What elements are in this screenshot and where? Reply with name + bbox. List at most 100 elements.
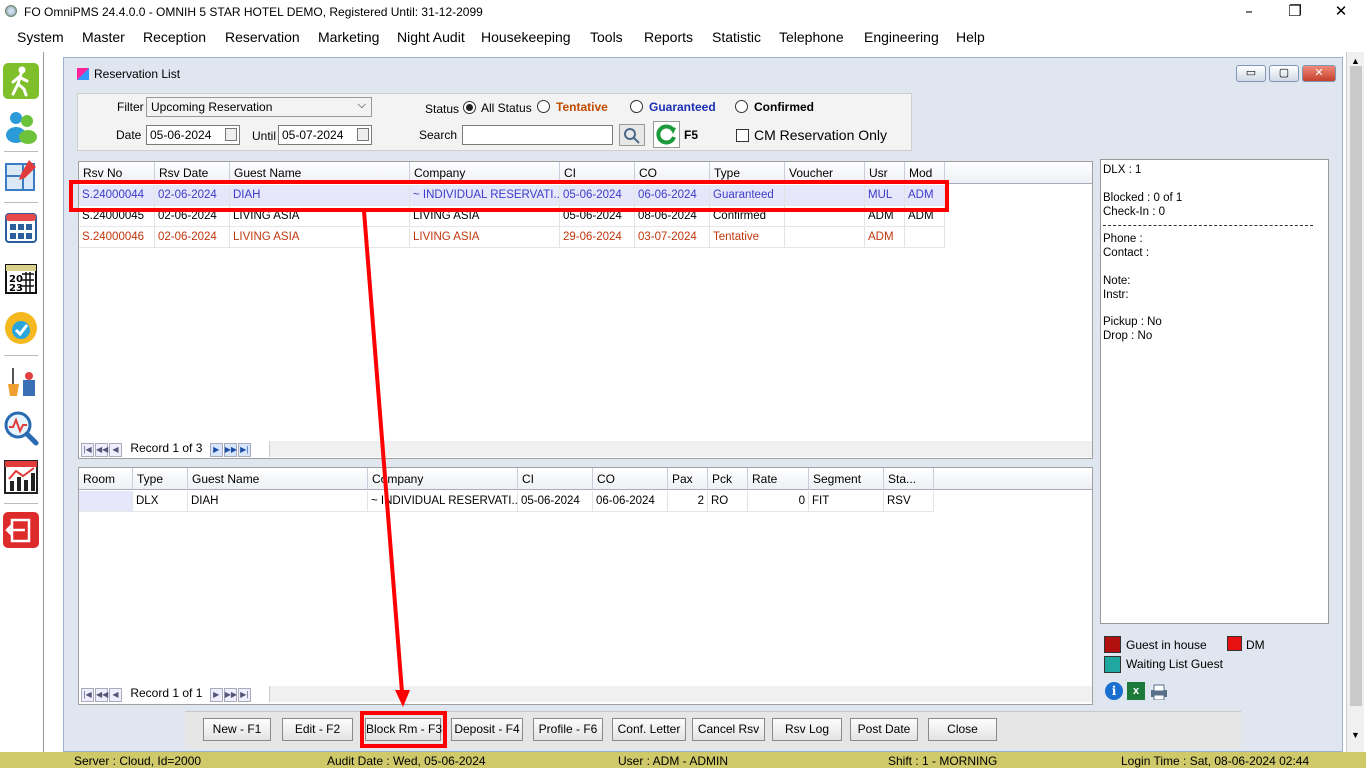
first-record-icon[interactable]: |◀ [81,443,94,457]
info-icon[interactable]: i [1105,682,1123,700]
walk-in-icon[interactable] [3,63,39,99]
search-button[interactable] [619,124,645,146]
close-window-button[interactable]: Close [928,718,997,741]
cm-only-label[interactable]: CM Reservation Only [754,127,887,143]
search-analysis-icon[interactable] [3,410,39,446]
status-all-label[interactable]: All Status [481,101,532,115]
status-confirmed-radio[interactable] [735,100,748,113]
next-page-icon[interactable]: ▶▶ [223,443,237,457]
refresh-button[interactable] [653,121,680,148]
room-plan-icon[interactable] [3,158,39,194]
room-grid[interactable]: Room Type Guest Name Company CI CO Pax P… [78,467,1093,705]
col-guest-name[interactable]: Guest Name [230,162,410,184]
col-status[interactable]: Sta... [884,468,934,490]
col-pax[interactable]: Pax [668,468,708,490]
next-record-icon[interactable]: ▶ [209,688,223,702]
col-company[interactable]: Company [410,162,560,184]
col-room[interactable]: Room [79,468,133,490]
next-page-icon[interactable]: ▶▶ [223,688,237,702]
menu-telephone[interactable]: Telephone [779,29,844,45]
cm-only-checkbox[interactable] [736,129,749,142]
menu-housekeeping[interactable]: Housekeeping [481,29,571,45]
menu-help[interactable]: Help [956,29,985,45]
availability-icon[interactable] [3,310,39,346]
col-type[interactable]: Type [133,468,188,490]
prev-page-icon[interactable]: ◀◀ [95,688,108,702]
status-tentative-radio[interactable] [537,100,550,113]
record-count: Record 1 of 3 [130,441,203,455]
window-close-button[interactable]: ✕ [1302,65,1336,82]
last-record-icon[interactable]: ▶| [237,688,251,702]
filter-select[interactable]: Upcoming Reservation ⌵ [146,97,372,117]
exit-icon[interactable] [3,512,39,548]
rsv-log-button[interactable]: Rsv Log [772,718,842,741]
housekeeping-icon[interactable] [3,362,39,398]
calendar-2023-icon[interactable]: 20 23 [3,260,39,296]
close-button[interactable]: ✕ [1318,0,1364,24]
menu-tools[interactable]: Tools [590,29,623,45]
menu-reports[interactable]: Reports [644,29,693,45]
new-button[interactable]: New - F1 [203,718,271,741]
guests-icon[interactable] [3,108,39,144]
cancel-rsv-button[interactable]: Cancel Rsv [692,718,765,741]
vertical-scrollbar[interactable]: ▲ ▼ [1346,52,1364,752]
post-date-button[interactable]: Post Date [850,718,918,741]
horizontal-scrollbar[interactable] [269,686,1092,702]
excel-export-icon[interactable]: x [1127,682,1145,700]
col-rsv-date[interactable]: Rsv Date [155,162,230,184]
profile-button[interactable]: Profile - F6 [533,718,603,741]
window-maximize-button[interactable]: ▢ [1269,65,1299,82]
edit-button[interactable]: Edit - F2 [282,718,353,741]
menu-reservation[interactable]: Reservation [225,29,300,45]
status-confirmed-label[interactable]: Confirmed [754,100,814,114]
col-company[interactable]: Company [368,468,518,490]
prev-page-icon[interactable]: ◀◀ [95,443,108,457]
col-pck[interactable]: Pck [708,468,748,490]
col-guest-name[interactable]: Guest Name [188,468,368,490]
col-usr[interactable]: Usr [865,162,905,184]
menu-night-audit[interactable]: Night Audit [397,29,465,45]
print-icon[interactable] [1149,684,1169,701]
window-minimize-button[interactable]: ▭ [1236,65,1266,82]
col-ci[interactable]: CI [518,468,593,490]
menu-master[interactable]: Master [82,29,125,45]
date-until-field[interactable]: 05-07-2024 [278,125,372,145]
prev-record-icon[interactable]: ◀ [109,443,122,457]
first-record-icon[interactable]: |◀ [81,688,94,702]
phone-label: Phone : [1103,233,1143,245]
calendar-picker-icon[interactable] [225,128,237,141]
calendar-picker-icon[interactable] [357,128,369,141]
prev-record-icon[interactable]: ◀ [109,688,122,702]
reservation-grid[interactable]: Rsv No Rsv Date Guest Name Company CI CO… [78,161,1093,459]
status-tentative-label[interactable]: Tentative [556,100,608,114]
date-from-field[interactable]: 05-06-2024 [146,125,240,145]
menu-marketing[interactable]: Marketing [318,29,379,45]
last-record-icon[interactable]: ▶| [237,443,251,457]
col-segment[interactable]: Segment [809,468,884,490]
block-room-button[interactable]: Block Rm - F3 [365,718,442,741]
status-all-radio[interactable] [463,101,476,114]
col-ci[interactable]: CI [560,162,635,184]
next-record-icon[interactable]: ▶ [209,443,223,457]
col-voucher[interactable]: Voucher [785,162,865,184]
search-input[interactable] [462,125,613,145]
minimize-button[interactable]: – [1226,0,1272,24]
conf-letter-button[interactable]: Conf. Letter [612,718,686,741]
menu-engineering[interactable]: Engineering [864,29,939,45]
menu-statistic[interactable]: Statistic [712,29,761,45]
statistics-chart-icon[interactable] [3,459,39,495]
status-guaranteed-radio[interactable] [630,100,643,113]
restore-button[interactable]: ❐ [1272,0,1318,24]
status-guaranteed-label[interactable]: Guaranteed [649,100,716,114]
menu-system[interactable]: System [17,29,64,45]
col-mod[interactable]: Mod [905,162,945,184]
col-rate[interactable]: Rate [748,468,809,490]
horizontal-scrollbar[interactable] [269,441,1092,457]
col-rsv-no[interactable]: Rsv No [79,162,155,184]
calendar-grid-icon[interactable] [3,209,39,245]
col-type[interactable]: Type [710,162,785,184]
col-co[interactable]: CO [635,162,710,184]
menu-reception[interactable]: Reception [143,29,206,45]
deposit-button[interactable]: Deposit - F4 [451,718,523,741]
col-co[interactable]: CO [593,468,668,490]
